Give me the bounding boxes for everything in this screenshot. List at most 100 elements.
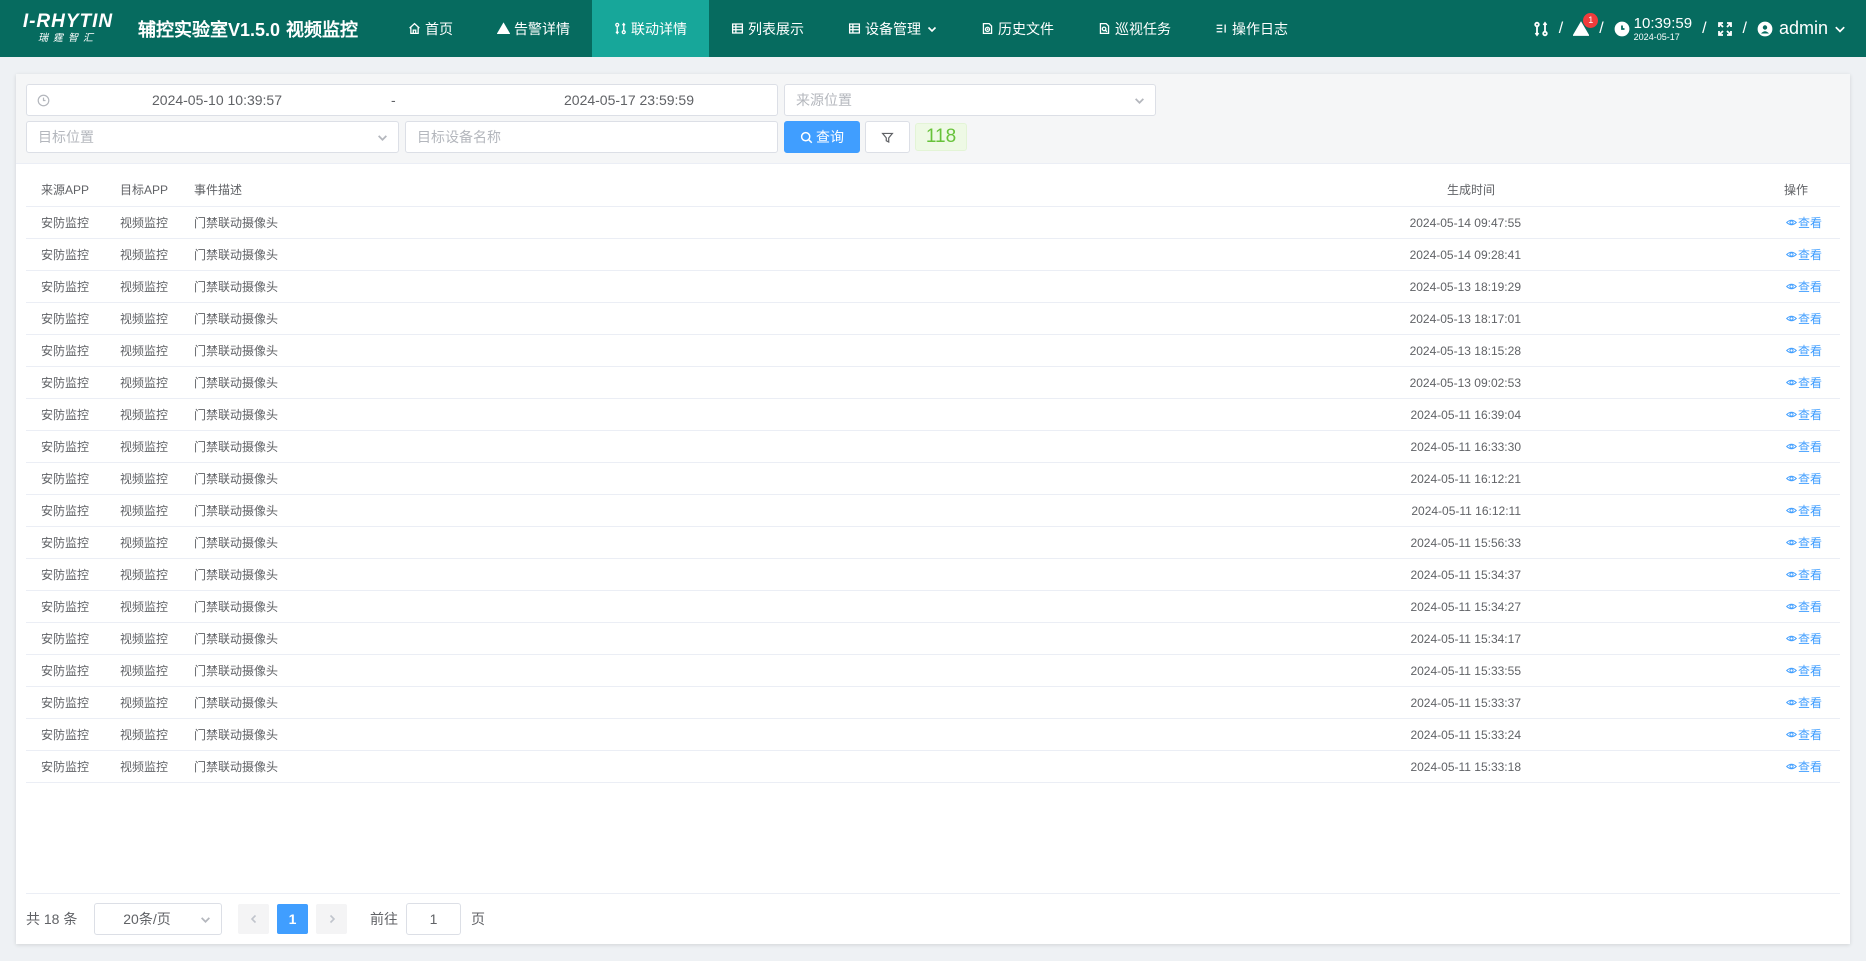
cell-source-app: 安防监控 xyxy=(41,376,90,390)
view-button[interactable]: 查看 xyxy=(1786,591,1836,622)
cell-time: 2024-05-11 15:33:18 xyxy=(1410,759,1521,774)
view-button-label: 查看 xyxy=(1798,664,1823,678)
cell-time: 2024-05-14 09:28:41 xyxy=(1409,247,1521,262)
view-button[interactable]: 查看 xyxy=(1786,559,1836,590)
view-button[interactable]: 查看 xyxy=(1786,431,1836,462)
view-button[interactable]: 查看 xyxy=(1786,367,1836,398)
date-range-picker[interactable]: 2024-05-10 10:39:57 - 2024-05-17 23:59:5… xyxy=(26,84,778,116)
cell-target-app: 视频监控 xyxy=(120,408,169,422)
table-row: 安防监控 视频监控 门禁联动摄像头 2024-05-13 09:02:53 查看 xyxy=(26,367,1840,399)
nav-item-list[interactable]: 列表展示 xyxy=(709,0,826,57)
view-button[interactable]: 查看 xyxy=(1786,303,1836,334)
eye-icon xyxy=(1786,763,1797,770)
chevron-down-icon xyxy=(927,26,937,32)
cell-time: 2024-05-11 15:34:37 xyxy=(1410,567,1521,582)
view-button[interactable]: 查看 xyxy=(1786,399,1836,430)
cell-description: 门禁联动摄像头 xyxy=(194,632,279,646)
end-date[interactable]: 2024-05-17 23:59:59 xyxy=(539,92,719,108)
view-button[interactable]: 查看 xyxy=(1786,335,1836,366)
cell-source-app: 安防监控 xyxy=(41,728,90,742)
chevron-down-icon xyxy=(378,135,387,141)
view-button[interactable]: 查看 xyxy=(1786,751,1836,782)
top-header: I-RHYTIN 瑞霆智汇 辅控实验室V1.5.0 视频监控 首页 告警详情 联动… xyxy=(0,0,1866,57)
filter-button[interactable] xyxy=(865,121,910,153)
nav-item-home[interactable]: 首页 xyxy=(386,0,475,57)
nav-item-label: 首页 xyxy=(425,20,454,37)
nav-item-alarms[interactable]: 告警详情 xyxy=(475,0,592,57)
source-location-select[interactable]: 来源位置 xyxy=(784,84,1156,116)
cell-source-app: 安防监控 xyxy=(41,312,90,326)
table-body: 安防监控 视频监控 门禁联动摄像头 2024-05-14 09:47:55 查看 安防监控… xyxy=(26,207,1840,783)
eye-icon xyxy=(1786,443,1797,450)
view-button-label: 查看 xyxy=(1798,376,1823,390)
cell-time: 2024-05-13 18:19:29 xyxy=(1409,279,1521,294)
column-header-description: 事件描述 xyxy=(194,182,243,197)
eye-icon xyxy=(1786,347,1797,354)
page-number-current[interactable]: 1 xyxy=(277,904,308,934)
start-date[interactable]: 2024-05-10 10:39:57 xyxy=(127,92,307,108)
next-page-button[interactable] xyxy=(316,904,347,934)
view-button[interactable]: 查看 xyxy=(1786,623,1836,654)
cell-description: 门禁联动摄像头 xyxy=(194,344,279,358)
view-button-label: 查看 xyxy=(1798,600,1823,614)
target-device-name-input[interactable]: 目标设备名称 xyxy=(405,121,778,153)
filter-bar: 2024-05-10 10:39:57 - 2024-05-17 23:59:5… xyxy=(16,74,1850,164)
main-panel: 2024-05-10 10:39:57 - 2024-05-17 23:59:5… xyxy=(16,74,1850,944)
cell-description: 门禁联动摄像头 xyxy=(194,504,279,518)
view-button[interactable]: 查看 xyxy=(1786,719,1836,750)
cell-description: 门禁联动摄像头 xyxy=(194,248,279,262)
view-button-label: 查看 xyxy=(1798,248,1823,262)
nav-item-linkage[interactable]: 联动详情 xyxy=(592,0,710,57)
view-button-label: 查看 xyxy=(1798,280,1823,294)
view-button-label: 查看 xyxy=(1798,568,1823,582)
list-icon xyxy=(732,23,744,34)
view-button[interactable]: 查看 xyxy=(1786,655,1836,686)
pagination: 共 18 条 20条/页 1 前往 1 页 xyxy=(26,893,1840,943)
eye-icon xyxy=(1786,219,1797,226)
nav-item-patrol[interactable]: 巡视任务 xyxy=(1076,0,1193,57)
view-button[interactable]: 查看 xyxy=(1786,495,1836,526)
view-button[interactable]: 查看 xyxy=(1786,527,1836,558)
cell-target-app: 视频监控 xyxy=(120,728,169,742)
column-header-source-app: 来源APP xyxy=(41,182,90,197)
cell-description: 门禁联动摄像头 xyxy=(194,280,279,294)
eye-icon xyxy=(1786,603,1797,610)
view-button[interactable]: 查看 xyxy=(1786,463,1836,494)
user-icon xyxy=(1757,21,1773,36)
target-location-select[interactable]: 目标位置 xyxy=(26,121,399,153)
query-button[interactable]: 查询 xyxy=(784,121,860,153)
username[interactable]: admin xyxy=(1779,18,1828,39)
view-button[interactable]: 查看 xyxy=(1786,207,1836,238)
target-location-placeholder: 目标位置 xyxy=(38,129,94,145)
goto-page-input[interactable]: 1 xyxy=(406,903,461,935)
table-row: 安防监控 视频监控 门禁联动摄像头 2024-05-11 15:33:55 查看 xyxy=(26,655,1840,687)
cell-time: 2024-05-11 16:39:04 xyxy=(1410,407,1521,422)
view-button[interactable]: 查看 xyxy=(1786,271,1836,302)
user-avatar[interactable] xyxy=(1757,21,1773,37)
cell-target-app: 视频监控 xyxy=(120,248,169,262)
prev-page-button[interactable] xyxy=(238,904,269,934)
cell-target-app: 视频监控 xyxy=(120,632,169,646)
brand-logo[interactable]: I-RHYTIN 瑞霆智汇 xyxy=(8,0,128,57)
page-size-select[interactable]: 20条/页 xyxy=(94,903,222,935)
chevron-down-icon[interactable] xyxy=(1834,23,1846,35)
separator: / xyxy=(1558,19,1564,37)
column-header-time: 生成时间 xyxy=(1446,182,1495,197)
fullscreen-icon xyxy=(1717,21,1732,36)
view-button-label: 查看 xyxy=(1798,472,1823,486)
nav-item-logs[interactable]: 操作日志 xyxy=(1193,0,1310,57)
range-separator: - xyxy=(391,92,396,108)
eye-icon xyxy=(1786,507,1797,514)
view-button[interactable]: 查看 xyxy=(1786,687,1836,718)
alarm-notification[interactable]: 1 xyxy=(1572,12,1599,37)
eye-icon xyxy=(1786,635,1797,642)
nav-item-history[interactable]: 历史文件 xyxy=(959,0,1076,57)
nav-item-devices[interactable]: 设备管理 xyxy=(826,0,959,57)
separator: / xyxy=(1742,19,1747,37)
view-button[interactable]: 查看 xyxy=(1786,239,1836,270)
eye-icon xyxy=(1786,411,1797,418)
cell-description: 门禁联动摄像头 xyxy=(194,568,279,582)
linkage-shortcut[interactable] xyxy=(1533,21,1549,37)
fullscreen-button[interactable] xyxy=(1717,21,1733,37)
cell-source-app: 安防监控 xyxy=(41,760,90,774)
